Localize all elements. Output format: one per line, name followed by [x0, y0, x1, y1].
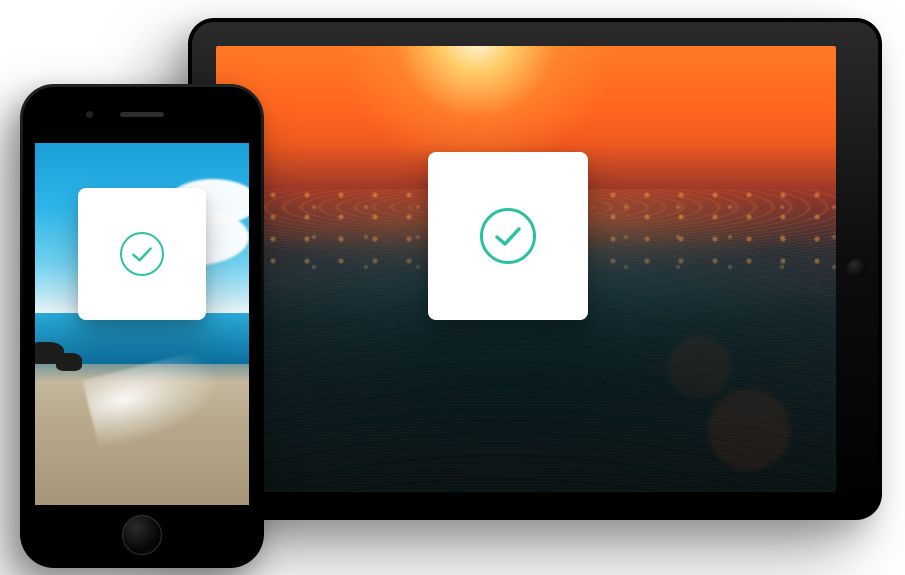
phone-bezel: [23, 87, 261, 565]
phone-camera-icon: [86, 111, 93, 118]
phone-success-card: [78, 188, 206, 320]
rock: [56, 353, 82, 371]
wave: [216, 331, 836, 456]
phone-home-button-icon: [122, 515, 162, 555]
phone-device: [20, 84, 264, 568]
tablet-home-button-icon: [847, 259, 867, 279]
check-icon: [480, 208, 536, 264]
device-mockup-stage: [0, 0, 905, 575]
check-icon: [120, 232, 164, 276]
phone-speaker-icon: [120, 112, 164, 117]
tablet-success-card: [428, 152, 588, 320]
